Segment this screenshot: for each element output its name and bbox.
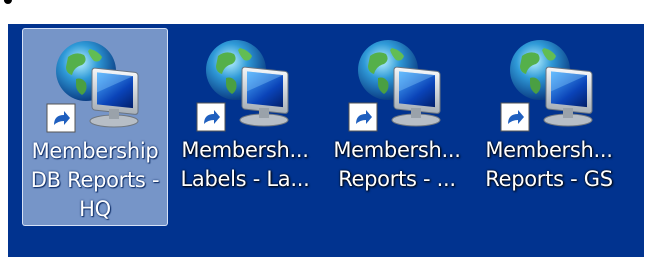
desktop-shortcut-membership-labels[interactable]: Membersh... Labels - La... [172,28,318,194]
shortcut-arrow-icon [46,103,76,133]
desktop-area: Membership DB Reports - HQ Membersh... L… [8,24,644,257]
icon-label: Membersh... Labels - La... [180,138,310,191]
desktop-shortcut-membership-reports[interactable]: Membersh... Reports - ... [324,28,470,194]
globe-monitor-icon [46,35,144,133]
icon-label: Membersh... Reports - ... [333,138,461,191]
desktop-shortcut-membership-db-reports-hq[interactable]: Membership DB Reports - HQ [22,28,168,226]
desktop-shortcut-membership-reports-gs[interactable]: Membersh... Reports - GS [476,28,622,194]
icon-label: Membersh... Reports - GS [485,138,613,191]
icon-label: Membership DB Reports - HQ [30,139,160,221]
globe-monitor-icon [196,34,294,132]
globe-monitor-icon [500,34,598,132]
top-crop-strip: • [0,0,652,24]
shortcut-arrow-icon [196,102,226,132]
shortcut-arrow-icon [348,102,378,132]
globe-monitor-icon [348,34,446,132]
shortcut-arrow-icon [500,102,530,132]
